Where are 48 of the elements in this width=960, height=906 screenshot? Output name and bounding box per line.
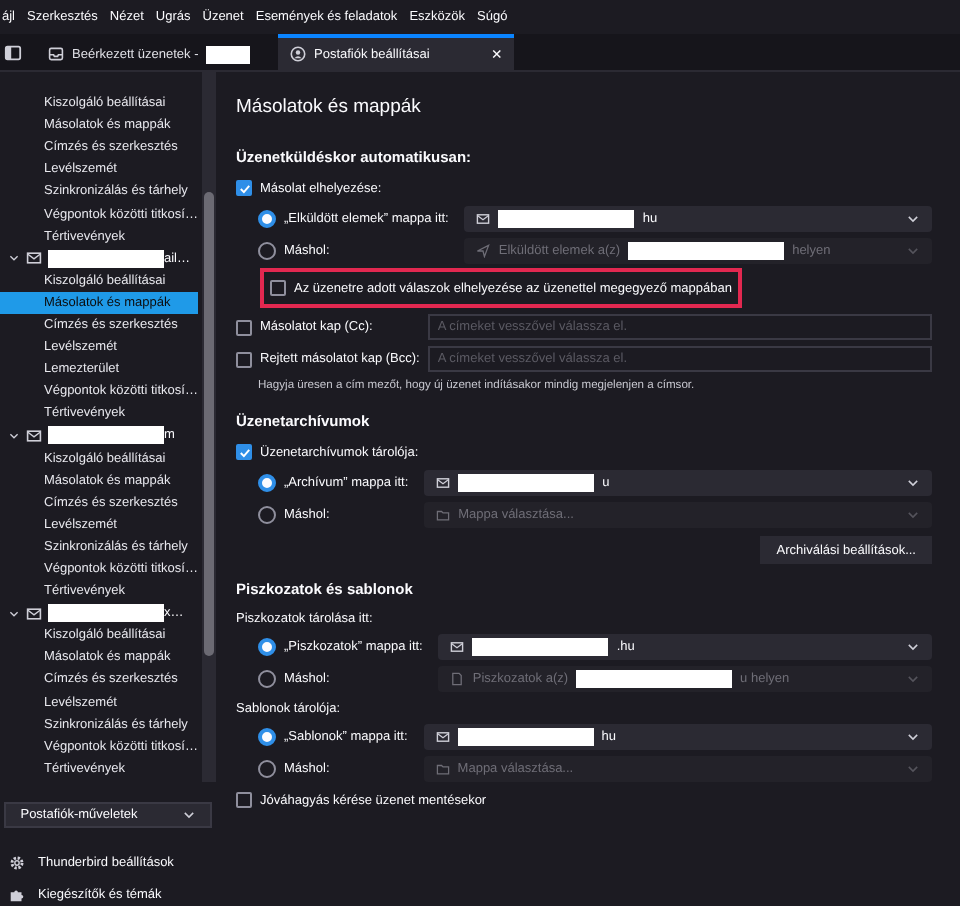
scrollbar-thumb[interactable] — [204, 192, 214, 656]
radio-button[interactable] — [258, 728, 276, 746]
redaction-block — [48, 604, 164, 623]
mail-icon — [26, 427, 42, 444]
folder-icon — [435, 762, 450, 776]
radio-button[interactable] — [258, 670, 276, 688]
redaction-block — [48, 249, 164, 268]
puzzle-icon — [8, 886, 26, 904]
folder-icon — [436, 508, 451, 522]
mail-icon — [26, 250, 42, 267]
radio-button[interactable] — [258, 506, 276, 524]
chevron-down-icon — [181, 808, 196, 823]
checkbox[interactable] — [236, 319, 252, 335]
chevron-down-icon — [906, 476, 920, 490]
redaction-block — [48, 426, 164, 445]
radio-button[interactable] — [258, 760, 276, 778]
send-icon — [476, 244, 491, 258]
mail-icon — [435, 730, 450, 744]
checkmark-icon — [237, 181, 251, 195]
radio-button[interactable] — [258, 638, 276, 656]
checkbox[interactable] — [236, 792, 252, 808]
mail-icon — [476, 212, 491, 226]
chevron-down-icon — [906, 762, 920, 776]
chevron-down-icon — [906, 244, 920, 258]
radio-button[interactable] — [258, 242, 276, 260]
chevron-down-icon — [906, 672, 920, 686]
chevron-down-icon — [906, 730, 920, 744]
radio-button[interactable] — [258, 210, 276, 228]
chevron-down-icon — [906, 640, 920, 654]
checkmark-icon — [237, 445, 251, 459]
settings-icon — [8, 854, 26, 872]
close-button[interactable]: × — [491, 44, 502, 64]
radio-button[interactable] — [258, 474, 276, 492]
page-title: Másolatok és mappák — [236, 96, 423, 118]
mail-icon — [436, 476, 451, 490]
sidebar-toggle-icon[interactable] — [4, 43, 22, 61]
chevron-down-icon — [906, 212, 920, 226]
scrollbar[interactable] — [202, 72, 216, 783]
checkbox[interactable] — [236, 351, 252, 367]
chevron-down-icon — [906, 508, 920, 522]
mail-icon — [26, 605, 42, 622]
inbox-icon — [48, 46, 64, 62]
user-icon — [290, 46, 306, 62]
mail-icon — [450, 640, 465, 654]
checkbox[interactable] — [270, 280, 286, 296]
checkbox[interactable] — [236, 180, 252, 196]
checkbox[interactable] — [236, 444, 252, 460]
document-icon — [450, 672, 465, 686]
